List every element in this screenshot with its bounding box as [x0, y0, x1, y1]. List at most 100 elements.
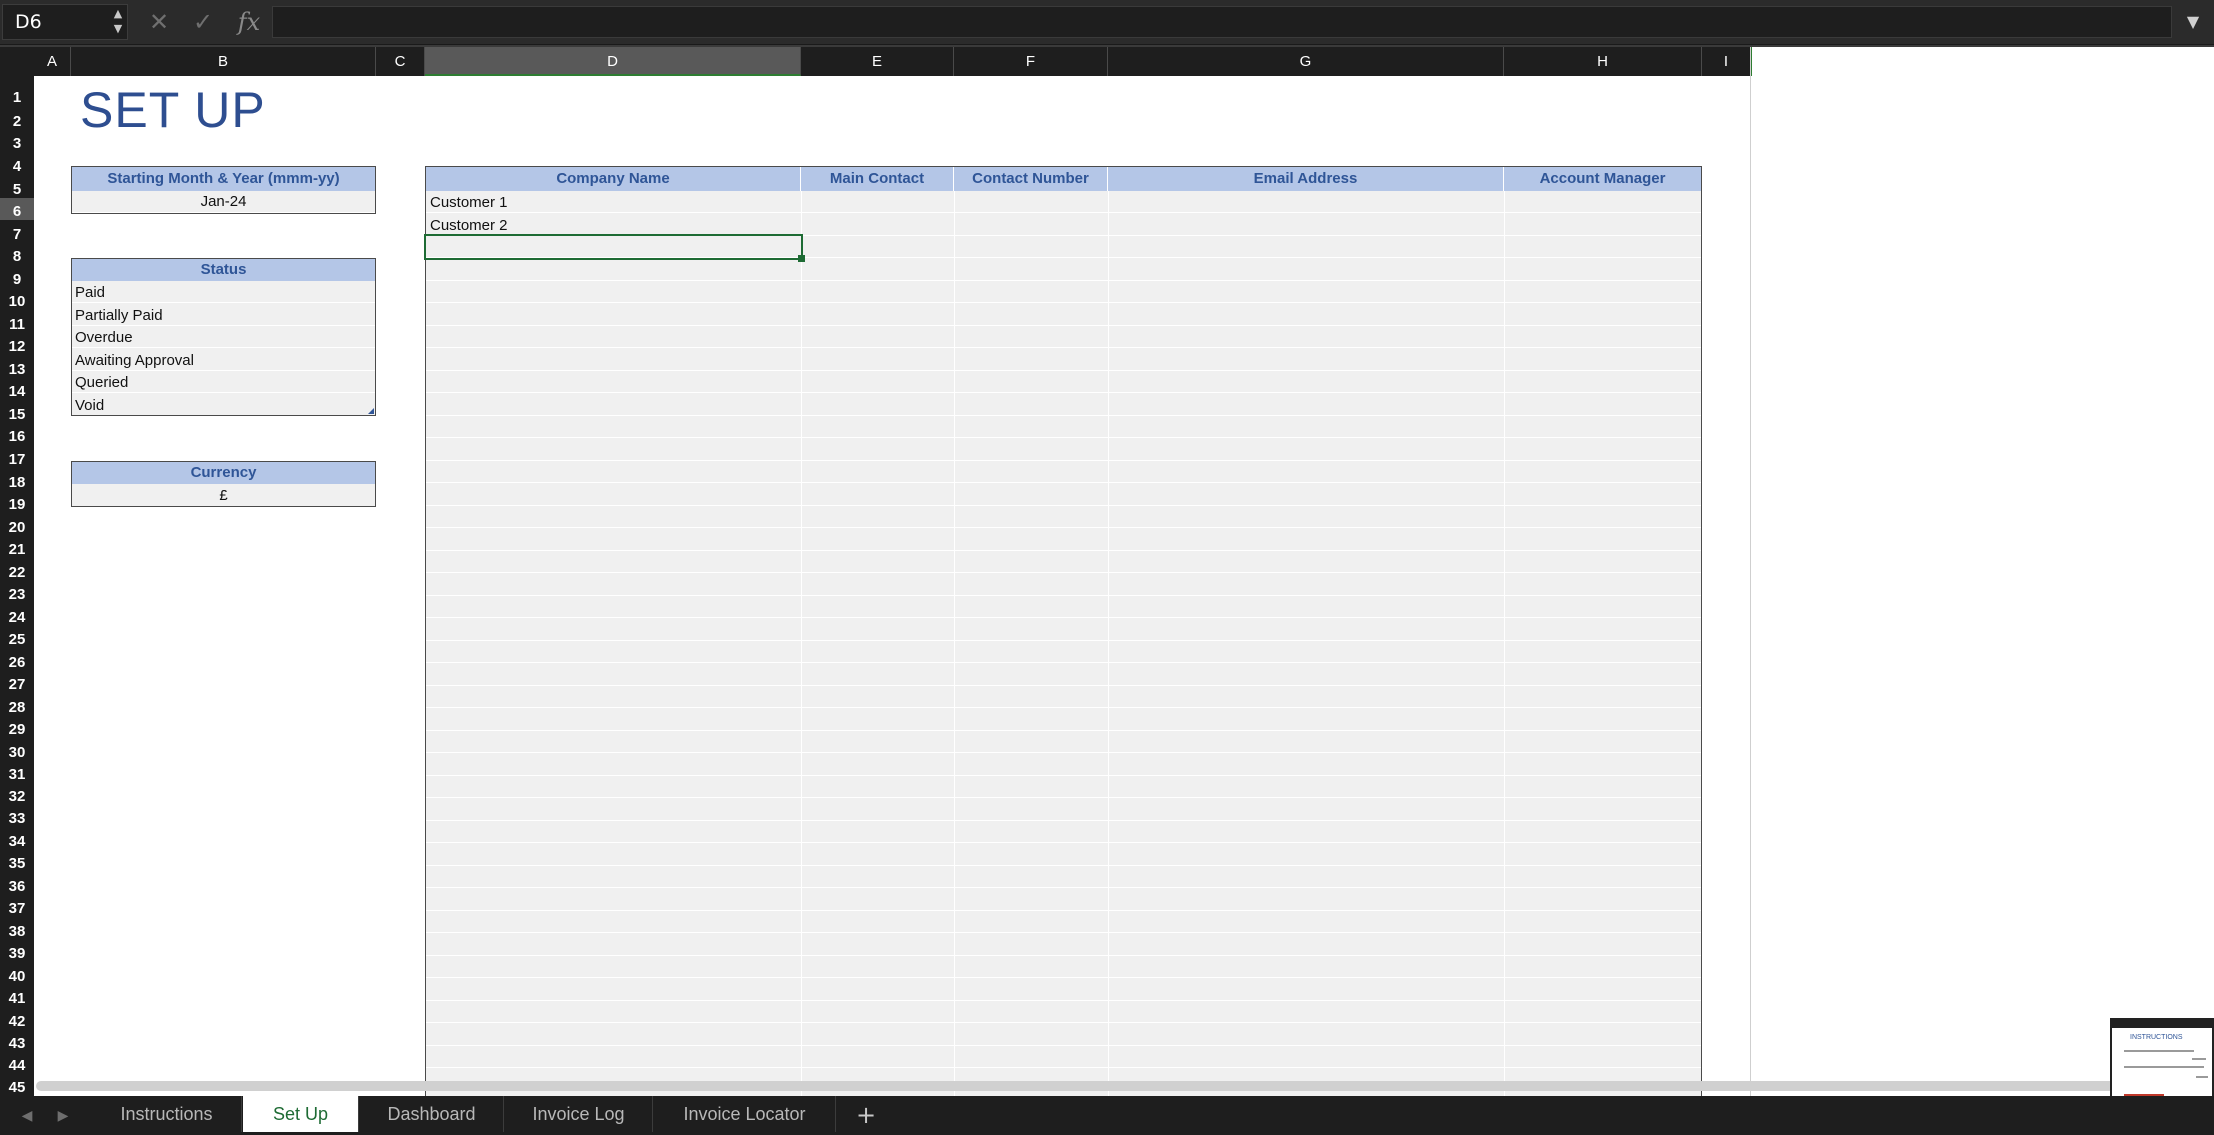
name-box-stepper[interactable]: ▲ ▼ [110, 6, 126, 38]
table-row[interactable] [426, 348, 1701, 371]
row-header-21[interactable]: 21 [0, 536, 34, 558]
row-header-23[interactable]: 23 [0, 581, 34, 603]
column-main-contact[interactable]: Main Contact [801, 167, 954, 191]
start-month-value[interactable]: Jan-24 [72, 191, 375, 213]
row-header-24[interactable]: 24 [0, 603, 34, 626]
table-row[interactable] [426, 281, 1701, 303]
row-header-33[interactable]: 33 [0, 805, 34, 827]
tab-dashboard[interactable]: Dashboard [360, 1096, 504, 1132]
currency-value[interactable]: £ [72, 484, 375, 506]
table-row[interactable] [426, 213, 1701, 236]
tab-invoice-locator[interactable]: Invoice Locator [654, 1096, 836, 1132]
tab-instructions[interactable]: Instructions [92, 1096, 242, 1132]
row-header-7[interactable]: 7 [0, 220, 34, 243]
row-header-28[interactable]: 28 [0, 693, 34, 716]
row-header-6[interactable]: 6 [0, 198, 34, 220]
row-header-44[interactable]: 44 [0, 1052, 34, 1074]
table-row[interactable] [426, 303, 1701, 326]
row-header-15[interactable]: 15 [0, 400, 34, 423]
table-row[interactable] [426, 326, 1701, 348]
tab-set-up[interactable]: Set Up [243, 1096, 359, 1132]
row-header-43[interactable]: 43 [0, 1030, 34, 1052]
row-header-42[interactable]: 42 [0, 1007, 34, 1030]
table-row[interactable] [426, 1023, 1701, 1046]
column-header-b[interactable]: B [71, 47, 376, 76]
fill-handle[interactable] [798, 255, 805, 262]
row-header-13[interactable]: 13 [0, 355, 34, 378]
row-header-30[interactable]: 30 [0, 738, 34, 761]
formula-input[interactable] [272, 6, 2172, 38]
table-row[interactable] [426, 933, 1701, 956]
row-header-16[interactable]: 16 [0, 423, 34, 445]
row-header-29[interactable]: 29 [0, 716, 34, 738]
status-item-awaiting-approval[interactable]: Awaiting Approval [72, 349, 375, 371]
row-header-25[interactable]: 25 [0, 626, 34, 648]
row-header-2[interactable]: 2 [0, 107, 34, 130]
row-header-36[interactable]: 36 [0, 872, 34, 895]
column-header-h[interactable]: H [1504, 47, 1702, 76]
row-header-34[interactable]: 34 [0, 827, 34, 850]
stepper-up-icon[interactable]: ▲ [110, 6, 126, 21]
column-header-f[interactable]: F [954, 47, 1108, 76]
table-resize-handle-icon[interactable] [368, 408, 374, 414]
status-item-paid[interactable]: Paid [72, 281, 375, 303]
table-row[interactable] [426, 461, 1701, 483]
table-row[interactable] [426, 438, 1701, 461]
cancel-icon[interactable]: ✕ [146, 8, 172, 36]
worksheet[interactable]: A B C D E F G H I 1 2 3 4 5 6 7 8 9 10 11 12 13 14 15 1… [0, 47, 2214, 1096]
row-header-11[interactable]: 11 [0, 310, 34, 333]
row-header-8[interactable]: 8 [0, 243, 34, 265]
table-row[interactable] [426, 731, 1701, 753]
table-row[interactable] [426, 596, 1701, 618]
table-row[interactable] [426, 506, 1701, 528]
add-sheet-icon[interactable]: + [838, 1100, 894, 1130]
table-row[interactable] [426, 911, 1701, 933]
row-header-9[interactable]: 9 [0, 265, 34, 288]
active-cell-d6[interactable] [424, 234, 803, 260]
table-row[interactable] [426, 663, 1701, 686]
table-row[interactable] [426, 528, 1701, 551]
horizontal-scrollbar[interactable] [36, 1081, 2212, 1091]
customer-2-company[interactable]: Customer 2 [430, 217, 508, 234]
row-header-18[interactable]: 18 [0, 468, 34, 491]
row-header-4[interactable]: 4 [0, 152, 34, 175]
table-row[interactable] [426, 956, 1701, 978]
stepper-down-icon[interactable]: ▼ [110, 21, 126, 36]
table-row[interactable] [426, 686, 1701, 708]
table-row[interactable] [426, 888, 1701, 911]
row-header-38[interactable]: 38 [0, 917, 34, 940]
customer-1-company[interactable]: Customer 1 [430, 194, 508, 211]
row-header-27[interactable]: 27 [0, 671, 34, 693]
table-row[interactable] [426, 641, 1701, 663]
column-company-name[interactable]: Company Name [426, 167, 801, 191]
column-contact-number[interactable]: Contact Number [954, 167, 1108, 191]
row-header-35[interactable]: 35 [0, 850, 34, 872]
column-account-manager[interactable]: Account Manager [1504, 167, 1701, 191]
column-header-e[interactable]: E [801, 47, 954, 76]
table-row[interactable] [426, 618, 1701, 641]
table-row[interactable] [426, 573, 1701, 596]
column-header-g[interactable]: G [1108, 47, 1504, 76]
row-header-1[interactable]: 1 [0, 76, 34, 107]
column-header-d[interactable]: D [425, 47, 801, 76]
next-sheet-icon[interactable]: ▶ [50, 1104, 76, 1128]
row-header-22[interactable]: 22 [0, 558, 34, 581]
row-header-45[interactable]: 45 [0, 1074, 34, 1096]
formula-dropdown-icon[interactable]: ▼ [2178, 10, 2208, 34]
table-row[interactable] [426, 753, 1701, 776]
table-row[interactable] [426, 393, 1701, 416]
row-header-12[interactable]: 12 [0, 333, 34, 355]
table-row[interactable] [426, 371, 1701, 393]
row-header-37[interactable]: 37 [0, 895, 34, 917]
row-header-20[interactable]: 20 [0, 513, 34, 536]
prev-sheet-icon[interactable]: ◀ [14, 1104, 40, 1128]
table-row[interactable] [426, 1046, 1701, 1068]
table-row[interactable] [426, 416, 1701, 438]
status-item-overdue[interactable]: Overdue [72, 326, 375, 348]
row-header-26[interactable]: 26 [0, 648, 34, 671]
table-row[interactable] [426, 483, 1701, 506]
table-row[interactable] [426, 866, 1701, 888]
confirm-icon[interactable]: ✓ [190, 8, 216, 36]
column-header-i[interactable]: I [1702, 47, 1752, 76]
status-item-queried[interactable]: Queried [72, 371, 375, 393]
